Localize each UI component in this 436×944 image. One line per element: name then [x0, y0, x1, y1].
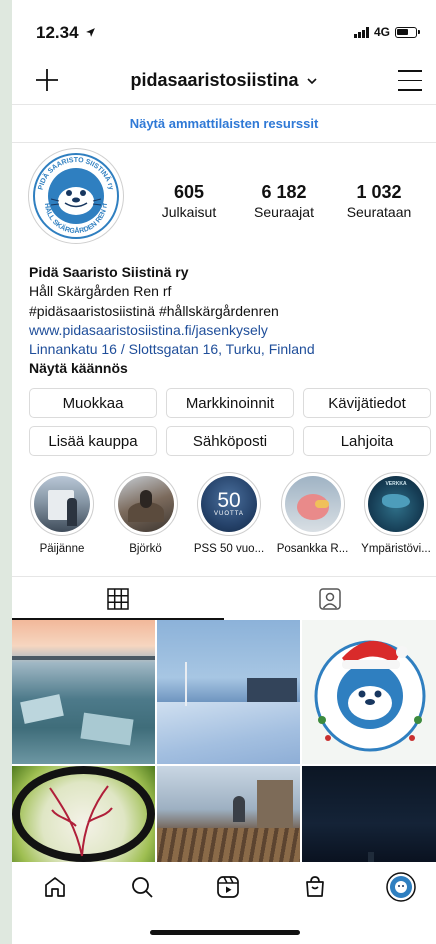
highlight-thumbnail: 50 VUOTTA [201, 476, 257, 532]
highlight-item[interactable]: 50 VUOTTA PSS 50 vuo... [189, 472, 269, 555]
highlight-label: Björkö [129, 543, 162, 555]
shop-icon [305, 876, 324, 897]
story-highlights: Päijänne Björkö 50 VUOTTA PSS 50 vuo... [22, 472, 436, 555]
highlight-label: PSS 50 vuo... [193, 543, 265, 555]
bottom-nav [12, 862, 436, 944]
profile-stats: 605 Julkaisut 6 182 Seuraajat 1 032 Seur… [146, 182, 422, 222]
profile-avatar[interactable]: PIDÄ SAARISTO SIISTINÄ ry HÅLL SKÄRGÅRDE… [28, 148, 124, 244]
professional-dashboard-link[interactable]: Näytä ammattilaisten resurssit [12, 116, 436, 131]
highlight-ring: 50 VUOTTA [197, 472, 261, 536]
network-type: 4G [373, 25, 390, 39]
email-button[interactable]: Sähköposti [166, 426, 294, 456]
post-thumbnail[interactable] [12, 620, 155, 764]
post-thumbnail[interactable] [302, 620, 436, 764]
highlight-badge-sub: VUOTTA [214, 511, 244, 517]
nav-reels[interactable] [213, 872, 243, 902]
status-bar: 12.34 4G [12, 0, 436, 62]
tab-tagged[interactable] [224, 577, 436, 621]
highlight-label: Posankka R... [276, 543, 349, 555]
seaweed-icon [49, 785, 113, 857]
nav-profile[interactable] [386, 872, 416, 902]
highlight-ring [280, 472, 345, 536]
posts-grid [12, 620, 436, 862]
post-thumbnail[interactable] [302, 766, 436, 862]
highlight-thumbnail [284, 476, 341, 532]
address-link[interactable]: Linnankatu 16 / Slottsgatan 16, Turku, F… [29, 340, 429, 359]
profile-header: pidasaaristosiistina [12, 62, 436, 104]
profile-bio: Pidä Saaristo Siistinä ry Håll Skärgårde… [29, 263, 429, 379]
bio-hashtags[interactable]: #pidäsaaristosiistinä #hållskärgårdenren [29, 302, 429, 321]
highlight-ring: VERKKA [364, 472, 428, 536]
hamburger-menu-icon[interactable] [398, 70, 422, 92]
highlight-label: Päijänne [39, 543, 85, 555]
highlight-badge: 50 [217, 489, 241, 512]
stat-following[interactable]: 1 032 Seurataan [336, 182, 422, 222]
seal-logo-icon: PIDÄ SAARISTO SIISTINÄ ry HÅLL SKÄRGÅRDE… [31, 151, 121, 241]
grid-icon [107, 588, 129, 610]
highlight-ring [30, 472, 94, 536]
stat-followers[interactable]: 6 182 Seuraajat [241, 182, 327, 222]
status-time: 12.34 [36, 23, 96, 43]
username-switcher[interactable]: pidasaaristosiistina [12, 70, 436, 91]
highlight-thumbnail [34, 476, 90, 532]
highlight-item[interactable]: Posankka R... [273, 472, 353, 555]
instagram-profile-screen: 12.34 4G pidasaaristosiistina Näytä amma… [12, 0, 436, 944]
highlight-label: Ympäristövi... [361, 543, 431, 555]
highlight-item[interactable]: Björkö [106, 472, 186, 555]
highlight-thumbnail: VERKKA [368, 476, 424, 532]
highlight-item[interactable]: Päijänne [22, 472, 102, 555]
bio-line: Håll Skärgården Ren rf [29, 283, 172, 300]
promotions-button[interactable]: Markkinoinnit [166, 388, 294, 418]
translate-link[interactable]: Näytä käännös [29, 359, 429, 378]
profile-name: Pidä Saaristo Siistinä ry [29, 264, 189, 280]
donate-button[interactable]: Lahjoita [303, 426, 431, 456]
pro-link-divider [12, 142, 436, 143]
signal-icon [353, 26, 369, 38]
profile-avatar-icon [386, 872, 416, 902]
nav-search[interactable] [127, 872, 157, 902]
post-thumbnail[interactable] [157, 620, 300, 764]
header-divider [12, 104, 436, 105]
home-icon [45, 877, 65, 897]
tab-grid[interactable] [12, 577, 224, 621]
location-arrow-icon [86, 28, 96, 37]
status-indicators: 4G [353, 25, 420, 39]
reels-icon [217, 876, 239, 898]
highlight-ring [113, 472, 178, 536]
tagged-icon [319, 588, 341, 610]
nav-shop[interactable] [300, 872, 330, 902]
website-link[interactable]: www.pidasaaristosiistina.fi/jasenkysely [29, 321, 429, 340]
post-thumbnail[interactable] [12, 766, 155, 862]
nav-home[interactable] [40, 872, 70, 902]
highlight-badge: VERKKA [385, 481, 407, 487]
battery-icon [395, 26, 417, 38]
highlight-item[interactable]: VERKKA Ympäristövi... [356, 472, 436, 555]
stat-posts[interactable]: 605 Julkaisut [146, 182, 232, 222]
edit-profile-button[interactable]: Muokkaa [29, 388, 157, 418]
home-indicator [150, 930, 300, 935]
profile-action-buttons: Muokkaa Markkinoinnit Kävijätiedot Lisää… [29, 388, 431, 456]
insights-button[interactable]: Kävijätiedot [303, 388, 431, 418]
add-shop-button[interactable]: Lisää kauppa [29, 426, 157, 456]
post-thumbnail[interactable] [157, 766, 300, 862]
battery-cap [418, 30, 420, 34]
chevron-down-icon [306, 78, 317, 85]
christmas-logo-icon [314, 640, 426, 752]
profile-tabs [12, 577, 436, 621]
search-icon [131, 877, 153, 898]
highlight-thumbnail [117, 476, 174, 532]
